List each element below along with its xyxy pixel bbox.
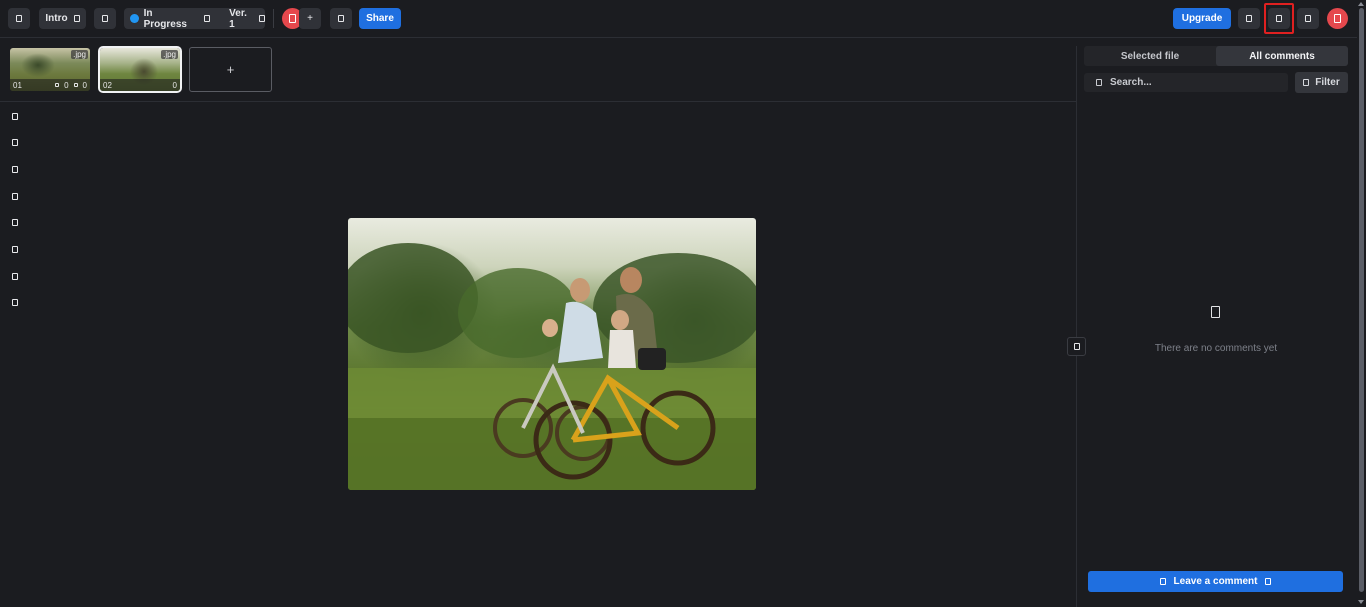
notifications-button[interactable]	[1268, 8, 1290, 29]
thumbnail-footer: 01 0 0	[10, 79, 90, 91]
panel-divider	[1076, 46, 1077, 607]
redo-button[interactable]	[11, 298, 19, 307]
thumbnail-footer: 02 0	[100, 79, 180, 91]
comment-tabs: Selected file All comments	[1084, 46, 1348, 66]
arrow-tool-button[interactable]	[11, 192, 19, 201]
add-user-icon: +	[307, 13, 313, 24]
undo-button[interactable]	[11, 272, 19, 281]
select-tool-button[interactable]	[11, 112, 19, 121]
bell-icon	[1276, 15, 1282, 22]
comment-icon	[1159, 578, 1166, 585]
pin-count: 0	[82, 80, 87, 90]
people-icon	[338, 15, 344, 22]
search-icon	[1096, 79, 1102, 86]
collaborators-button[interactable]	[330, 8, 352, 29]
comment-search	[1084, 73, 1288, 92]
select-icon	[12, 113, 18, 120]
search-input[interactable]	[1110, 77, 1280, 88]
add-file-button[interactable]: +	[189, 47, 272, 92]
project-name: Intro	[45, 13, 68, 24]
apps-icon	[1305, 15, 1311, 22]
filter-button[interactable]: Filter	[1295, 72, 1348, 93]
arrow-icon	[12, 193, 18, 200]
plus-icon: +	[226, 62, 235, 77]
settings-icon	[102, 15, 108, 22]
status-chevron-icon	[204, 15, 211, 22]
comment-count: 0	[172, 80, 177, 90]
version-label: Ver. 1	[229, 7, 247, 30]
shape-tool-button[interactable]	[11, 165, 19, 174]
filter-icon	[1303, 79, 1310, 86]
chevron-down-icon	[73, 15, 80, 22]
pin-icon	[73, 83, 78, 87]
file-extension: .jpg	[161, 50, 178, 59]
text-tool-button[interactable]	[11, 218, 19, 227]
leave-comment-label: Leave a comment	[1173, 576, 1258, 587]
comment-icon	[55, 83, 60, 87]
text-icon	[12, 219, 18, 226]
menu-icon	[16, 15, 22, 22]
filter-label: Filter	[1315, 77, 1340, 88]
help-icon	[1246, 15, 1252, 22]
tab-all-comments[interactable]: All comments	[1216, 46, 1348, 66]
leave-comment-button[interactable]: Leave a comment	[1088, 571, 1343, 592]
upgrade-button[interactable]: Upgrade	[1173, 8, 1231, 29]
share-label: Share	[366, 13, 394, 24]
tab-selected-file[interactable]: Selected file	[1084, 46, 1216, 66]
photo-illustration	[348, 243, 756, 490]
status-dot-icon	[130, 14, 139, 23]
redo-icon	[12, 299, 18, 306]
share-button[interactable]: Share	[359, 8, 401, 29]
strip-divider	[0, 101, 1076, 102]
help-button[interactable]	[1238, 8, 1260, 29]
profile-icon	[1334, 14, 1341, 23]
color-icon	[12, 246, 18, 253]
invite-user-button[interactable]: +	[299, 8, 321, 29]
menu-button[interactable]	[8, 8, 30, 29]
top-toolbar: Intro In Progress Ver. 1 + Share Upgrade	[0, 0, 1357, 38]
empty-comments-text: There are no comments yet	[1154, 343, 1278, 354]
file-index: 02	[103, 80, 112, 90]
project-settings-button[interactable]	[94, 8, 116, 29]
scroll-down-arrow-icon[interactable]	[1358, 600, 1364, 604]
color-tool-button[interactable]	[11, 245, 19, 254]
pen-tool-button[interactable]	[11, 138, 19, 147]
undo-icon	[12, 273, 18, 280]
status-label: In Progress	[143, 7, 187, 30]
empty-comments-icon	[1211, 306, 1220, 318]
file-index: 01	[13, 80, 22, 90]
file-thumbnail-2[interactable]: .jpg 02 0	[98, 46, 182, 93]
file-extension: .jpg	[71, 50, 88, 59]
avatar-icon	[289, 14, 296, 23]
collapse-icon	[1073, 343, 1080, 350]
project-intro-button[interactable]: Intro	[39, 8, 86, 29]
upgrade-label: Upgrade	[1181, 13, 1223, 24]
preview-image[interactable]	[348, 218, 756, 490]
scroll-up-arrow-icon[interactable]	[1358, 2, 1364, 6]
apps-button[interactable]	[1297, 8, 1319, 29]
profile-avatar[interactable]	[1327, 8, 1348, 29]
scrollbar-thumb[interactable]	[1359, 8, 1364, 592]
file-thumbnail-1[interactable]: .jpg 01 0 0	[10, 48, 90, 91]
chevron-icon	[1265, 578, 1272, 585]
shape-icon	[12, 166, 18, 173]
pen-icon	[12, 139, 18, 146]
comment-count: 0	[64, 80, 69, 90]
version-chevron-icon	[259, 15, 265, 22]
status-version-selector[interactable]: In Progress Ver. 1	[124, 7, 265, 30]
toolbar-divider	[273, 9, 274, 28]
